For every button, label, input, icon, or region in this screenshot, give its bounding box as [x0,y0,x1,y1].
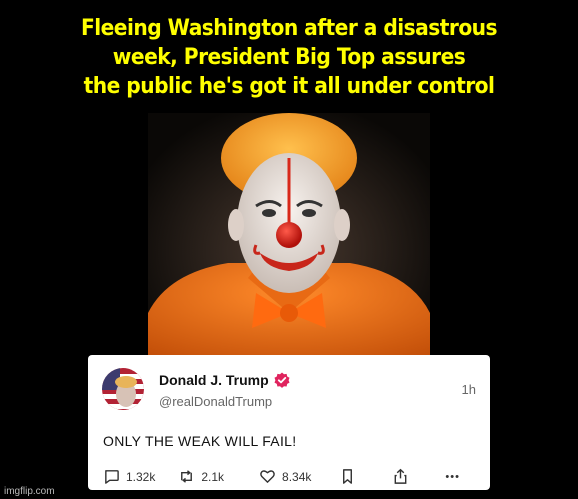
avatar-flag-icon[interactable] [102,368,144,410]
like-count: 8.34k [282,469,312,484]
like-button[interactable]: 8.34k [259,468,311,485]
meme-caption: Fleeing Washington after a disastrous we… [23,14,555,101]
author-display-name[interactable]: Donald J. Trump [159,372,269,388]
post-actions-bar: 1.32k 2.1k 8.34k ••• [103,468,478,485]
more-icon: ••• [445,470,460,483]
share-icon [395,468,407,484]
repost-count: 2.1k [201,469,225,484]
bookmark-icon [343,469,353,484]
reply-count: 1.32k [126,469,156,484]
post-author-row: Donald J. Trump [159,372,290,388]
clown-portrait-image [148,113,430,363]
verified-badge-icon [274,372,290,388]
post-text: ONLY THE WEAK WILL FAIL! [103,433,297,449]
bookmark-button[interactable] [339,468,362,485]
caption-line-2: week, President Big Top assures [112,45,466,70]
more-options-button[interactable]: ••• [445,471,460,483]
post-timestamp: 1h [461,382,476,397]
author-handle[interactable]: @realDonaldTrump [159,394,272,409]
share-button[interactable] [392,468,415,485]
caption-line-1: Fleeing Washington after a disastrous [80,16,498,41]
caption-line-3: the public he's got it all under control [83,74,495,99]
repost-button[interactable]: 2.1k [178,468,224,485]
reply-icon [105,470,119,484]
like-icon [260,470,275,483]
social-post-card[interactable]: Donald J. Trump @realDonaldTrump 1h ONLY… [88,355,490,490]
repost-icon [181,470,193,483]
reply-button[interactable]: 1.32k [103,468,155,485]
watermark-text: imgflip.com [4,486,55,497]
